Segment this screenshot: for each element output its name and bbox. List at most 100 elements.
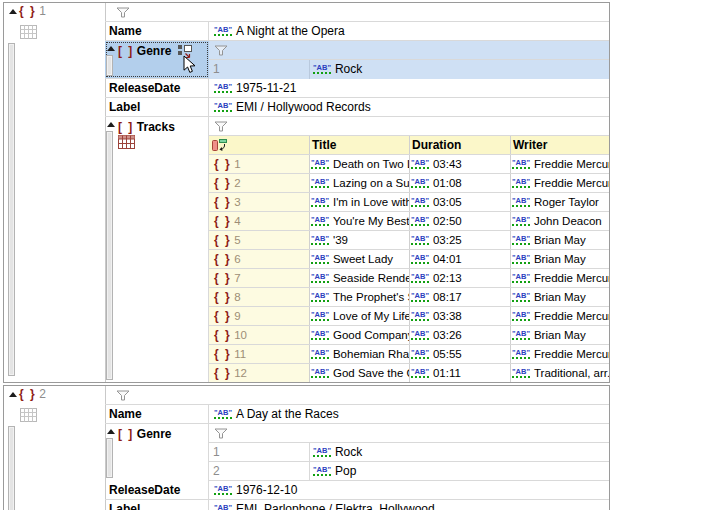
- cell-title[interactable]: "AB"The Prophet's Song: [310, 288, 410, 306]
- cell-writer[interactable]: "AB"Roger Taylor: [511, 193, 609, 211]
- object-2-row-header[interactable]: { }2: [4, 386, 106, 510]
- cell-duration[interactable]: "AB"03:43: [410, 155, 511, 173]
- array-value-cell[interactable]: "AB"Rock: [310, 60, 609, 79]
- filter-icon[interactable]: [214, 121, 229, 132]
- cell-duration[interactable]: "AB"02:13: [410, 269, 511, 287]
- genre-label-cell[interactable]: [ ]Genre: [105, 424, 209, 481]
- row-header[interactable]: { }8: [209, 288, 310, 306]
- track-row: { }6 "AB"Sweet Lady "AB"04:01 "AB"Brian …: [209, 250, 609, 269]
- collapse-icon[interactable]: [107, 122, 115, 127]
- cell-title[interactable]: "AB"I'm in Love with My Car: [310, 193, 410, 211]
- cell-title[interactable]: "AB"God Save the Queen: [310, 364, 410, 383]
- row-header[interactable]: { }12: [209, 364, 310, 383]
- property-name[interactable]: Name: [105, 22, 209, 40]
- cell-writer[interactable]: "AB"Brian May: [511, 250, 609, 268]
- cell-title[interactable]: "AB"Good Company: [310, 326, 410, 344]
- cell-title[interactable]: "AB"You're My Best Friend: [310, 212, 410, 230]
- table-view-icon[interactable]: [118, 135, 135, 149]
- pivot-header-cell[interactable]: [209, 136, 310, 154]
- row-header[interactable]: { }1: [209, 155, 310, 173]
- cell-duration[interactable]: "AB"08:17: [410, 288, 511, 306]
- row-header[interactable]: { }3: [209, 193, 310, 211]
- row-header[interactable]: { }6: [209, 250, 310, 268]
- collapse-handle[interactable]: [106, 438, 113, 478]
- track-row: { }9 "AB"Love of My Life "AB"03:38 "AB"F…: [209, 307, 609, 326]
- column-header-duration[interactable]: Duration: [410, 136, 511, 154]
- cell-writer[interactable]: "AB"Brian May: [511, 288, 609, 306]
- filter-icon[interactable]: [214, 45, 229, 56]
- collapse-icon[interactable]: [107, 46, 115, 51]
- cell-duration[interactable]: "AB"01:08: [410, 174, 511, 192]
- row-header[interactable]: { }10: [209, 326, 310, 344]
- cell-duration[interactable]: "AB"03:38: [410, 307, 511, 325]
- cell-writer[interactable]: "AB"Freddie Mercury: [511, 174, 609, 192]
- cell-duration[interactable]: "AB"01:11: [410, 364, 511, 383]
- row-header[interactable]: { }9: [209, 307, 310, 325]
- object-icon: { }: [214, 328, 231, 342]
- row-header[interactable]: { }7: [209, 269, 310, 287]
- collapse-icon[interactable]: [107, 429, 115, 434]
- pivot-table-icon[interactable]: [211, 138, 228, 152]
- cell-title[interactable]: "AB"Seaside Rendezvous: [310, 269, 410, 287]
- property-value[interactable]: "AB"EMI, Parlophone / Elektra, Hollywood: [209, 500, 609, 510]
- cell-duration[interactable]: "AB"03:26: [410, 326, 511, 344]
- cell-duration[interactable]: "AB"05:55: [410, 345, 511, 363]
- tracks-filter-row: [209, 117, 609, 136]
- collapse-icon[interactable]: [9, 392, 17, 397]
- cell-title[interactable]: "AB"Bohemian Rhapsody: [310, 345, 410, 363]
- array-index-cell[interactable]: 1: [209, 60, 310, 79]
- cell-writer[interactable]: "AB"Freddie Mercury: [511, 269, 609, 287]
- cell-writer[interactable]: "AB"Freddie Mercury: [511, 307, 609, 325]
- filter-icon[interactable]: [116, 7, 131, 18]
- filter-icon[interactable]: [214, 428, 229, 439]
- array-icon: [ ]: [118, 44, 134, 58]
- cell-writer[interactable]: "AB"John Deacon: [511, 212, 609, 230]
- row-header[interactable]: { }2: [209, 174, 310, 192]
- array-value-cell[interactable]: "AB"Rock: [310, 443, 609, 461]
- property-name[interactable]: Label: [105, 98, 209, 116]
- filter-icon[interactable]: [116, 390, 131, 401]
- tracks-label-cell[interactable]: [ ]Tracks: [105, 117, 209, 383]
- row-header[interactable]: { }4: [209, 212, 310, 230]
- cell-duration[interactable]: "AB"02:50: [410, 212, 511, 230]
- cell-title[interactable]: "AB"Death on Two Legs: [310, 155, 410, 173]
- column-header-title[interactable]: Title: [310, 136, 410, 154]
- array-index-cell[interactable]: 2: [209, 462, 310, 480]
- column-header-writer[interactable]: Writer: [511, 136, 609, 154]
- property-name[interactable]: Label: [105, 500, 209, 510]
- object-1-row-header[interactable]: { }1: [4, 3, 106, 382]
- array-value-cell[interactable]: "AB"Pop: [310, 462, 609, 480]
- cell-title[interactable]: "AB"Sweet Lady: [310, 250, 410, 268]
- cell-duration[interactable]: "AB"03:05: [410, 193, 511, 211]
- collapse-handle[interactable]: [106, 131, 113, 380]
- property-value[interactable]: "AB"1976-12-10: [209, 481, 609, 499]
- property-value[interactable]: "AB"A Night at the Opera: [209, 22, 609, 40]
- cell-writer[interactable]: "AB"Freddie Mercury: [511, 155, 609, 173]
- array-index-cell[interactable]: 1: [209, 443, 310, 461]
- collapse-handle[interactable]: [8, 43, 15, 376]
- collapse-icon[interactable]: [9, 9, 17, 14]
- collapse-handle[interactable]: [106, 55, 113, 76]
- cell-writer[interactable]: "AB"Brian May: [511, 326, 609, 344]
- string-type-icon: "AB": [512, 197, 530, 207]
- cell-duration[interactable]: "AB"04:01: [410, 250, 511, 268]
- property-name[interactable]: ReleaseDate: [105, 79, 209, 97]
- collapse-handle[interactable]: [8, 426, 15, 510]
- row-header[interactable]: { }5: [209, 231, 310, 249]
- cell-duration[interactable]: "AB"03:25: [410, 231, 511, 249]
- property-value[interactable]: "AB"EMI / Hollywood Records: [209, 98, 609, 116]
- cell-writer[interactable]: "AB"Brian May: [511, 231, 609, 249]
- property-name[interactable]: Name: [105, 405, 209, 423]
- table-view-icon[interactable]: [20, 25, 37, 39]
- cell-title[interactable]: "AB"Lazing on a Sunday Afternoon: [310, 174, 410, 192]
- row-header[interactable]: { }11: [209, 345, 310, 363]
- property-name[interactable]: ReleaseDate: [105, 481, 209, 499]
- cell-writer[interactable]: "AB"Freddie Mercury: [511, 345, 609, 363]
- property-value[interactable]: "AB"A Day at the Races: [209, 405, 609, 423]
- table-view-icon[interactable]: [20, 408, 37, 422]
- string-type-icon: "AB": [411, 216, 429, 226]
- cell-title[interactable]: "AB"'39: [310, 231, 410, 249]
- property-value[interactable]: "AB"1975-11-21: [209, 79, 609, 97]
- cell-title[interactable]: "AB"Love of My Life: [310, 307, 410, 325]
- cell-writer[interactable]: "AB"Traditional, arr. May: [511, 364, 609, 383]
